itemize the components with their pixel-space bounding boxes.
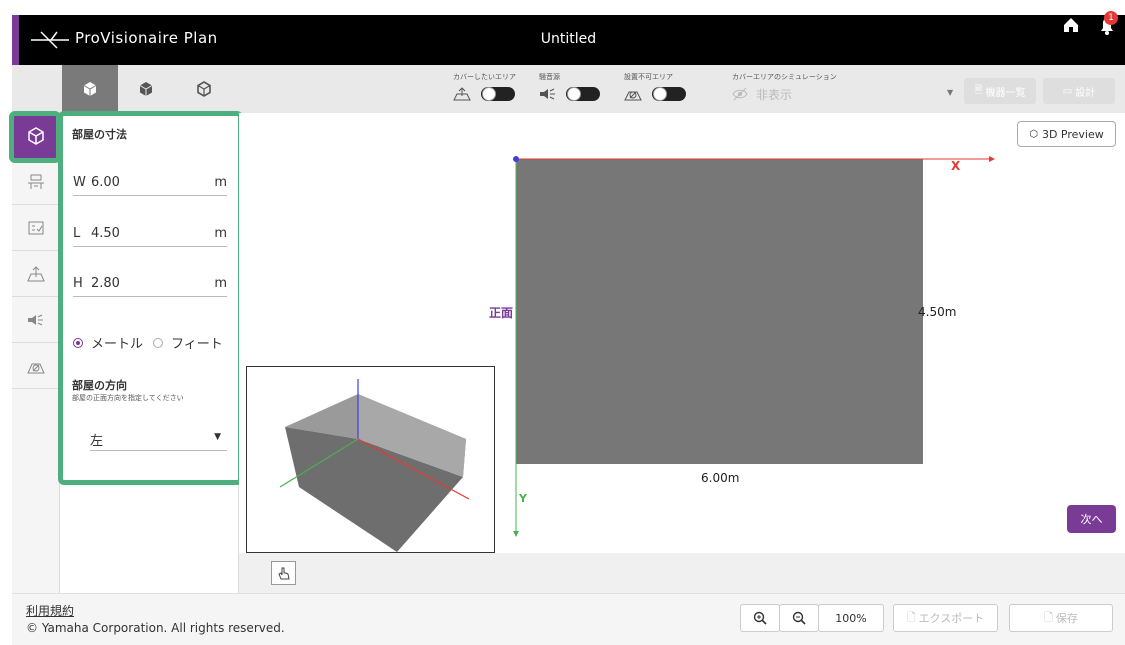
eye-off-icon <box>732 87 748 101</box>
next-button[interactable]: 次へ <box>1067 505 1116 533</box>
design-button[interactable]: ▭ 設計 <box>1043 78 1115 104</box>
equipment-list-button[interactable]: 🗎 機器一覧 <box>964 78 1036 104</box>
cover-area-toggle[interactable] <box>481 87 515 101</box>
height-field[interactable]: H 2.80 m <box>73 274 227 297</box>
noise-toggle[interactable] <box>566 87 600 101</box>
simulation-value: 非表示 <box>756 88 793 102</box>
3d-room-drawing <box>279 379 470 552</box>
3d-preview-button[interactable]: ⬡ 3D Preview <box>1017 121 1116 147</box>
cover-area-icon <box>26 265 45 281</box>
length-value: 4.50 <box>91 226 120 241</box>
cube-icon <box>139 82 153 96</box>
cover-area-icon <box>453 87 471 101</box>
room-rect[interactable] <box>516 159 923 464</box>
front-label: 正面 <box>489 306 514 320</box>
direction-select[interactable]: 左 ▼ <box>90 428 227 451</box>
sidebar-item-checklist[interactable] <box>12 205 59 251</box>
simulation-select[interactable]: 非表示 ▼ <box>732 84 958 104</box>
radio-feet[interactable] <box>153 337 164 348</box>
app-header: ProVisionaire Plan Untitled <box>12 15 1125 65</box>
zoom-out-button[interactable] <box>779 604 819 632</box>
chevron-down-icon: ▼ <box>947 88 954 97</box>
unit-radio-group: メートル フィート <box>73 333 223 352</box>
export-button[interactable]: 🗋 エクスポート <box>893 604 998 632</box>
cube-outline-icon <box>197 81 211 97</box>
length-field[interactable]: L 4.50 m <box>73 224 227 247</box>
sidebar-item-no-install[interactable] <box>12 343 59 389</box>
home-icon[interactable] <box>1060 14 1082 36</box>
direction-hint: 部屋の正面方向を指定してください <box>72 394 184 402</box>
zoom-out-icon <box>792 611 806 625</box>
noise-icon <box>540 88 555 100</box>
chevron-down-icon: ▼ <box>214 432 221 442</box>
direction-value: 左 <box>90 434 104 449</box>
unit-meter-label: メートル <box>91 337 144 352</box>
axis-y-label: Y <box>519 492 527 505</box>
terms-link[interactable]: 利用規約 <box>26 602 74 619</box>
cover-area-label: カバーしたいエリア <box>453 73 516 81</box>
view-side-button[interactable] <box>118 65 174 113</box>
3d-preview-panel[interactable] <box>246 366 495 553</box>
zoom-in-icon <box>753 611 767 625</box>
sidebar-item-noise[interactable] <box>12 297 59 343</box>
view-iso-button[interactable] <box>176 65 232 113</box>
copyright-text: © Yamaha Corporation. All rights reserve… <box>26 621 285 635</box>
sidebar-item-furniture[interactable] <box>12 159 59 205</box>
cube-solid-icon <box>83 82 97 96</box>
height-value: 2.80 <box>91 276 120 291</box>
noise-icon <box>27 314 43 325</box>
origin-point <box>513 156 519 162</box>
checklist-icon <box>28 221 43 234</box>
y-axis-arrow <box>513 531 519 537</box>
length-dimension-label: 4.50m <box>918 305 957 319</box>
axis-x-label: X <box>951 159 961 173</box>
export-icon: 🗋 <box>906 610 916 624</box>
zoom-in-button[interactable] <box>740 604 780 632</box>
notification-badge: 1 <box>1104 11 1118 25</box>
width-dimension-label: 6.00m <box>701 471 740 485</box>
simulation-label: カバーエリアのシミュレーション <box>732 73 837 81</box>
save-button[interactable]: 🗋 保存 <box>1009 604 1113 632</box>
no-install-label: 設置不可エリア <box>624 73 673 81</box>
unit-feet-label: フィート <box>171 337 223 352</box>
canvas-bottom-strip <box>239 553 1125 593</box>
no-install-icon <box>26 363 45 373</box>
document-icon: 🗎 <box>974 84 983 96</box>
view-top-button[interactable] <box>62 65 118 113</box>
room-dims-title: 部屋の寸法 <box>72 128 127 141</box>
hand-icon <box>277 567 290 580</box>
zoom-level: 100% <box>818 604 884 632</box>
no-install-toggle[interactable] <box>652 87 686 101</box>
x-axis-arrow <box>989 156 995 162</box>
sidebar-item-cover-area[interactable] <box>12 251 59 297</box>
cube-outline-icon: ⬡ <box>1029 128 1038 140</box>
design-icon: ▭ <box>1062 85 1073 97</box>
width-field[interactable]: W 6.00 m <box>73 173 227 196</box>
radio-meter[interactable] <box>73 337 83 348</box>
pan-tool-button[interactable] <box>271 561 296 585</box>
furniture-icon <box>27 174 44 189</box>
direction-title: 部屋の方向 <box>72 379 127 392</box>
document-title: Untitled <box>540 31 597 47</box>
save-icon: 🗋 <box>1044 610 1053 624</box>
noise-label: 騒音源 <box>539 73 560 81</box>
width-value: 6.00 <box>91 175 120 190</box>
no-install-icon <box>624 91 642 101</box>
sidebar-highlight <box>9 111 61 163</box>
